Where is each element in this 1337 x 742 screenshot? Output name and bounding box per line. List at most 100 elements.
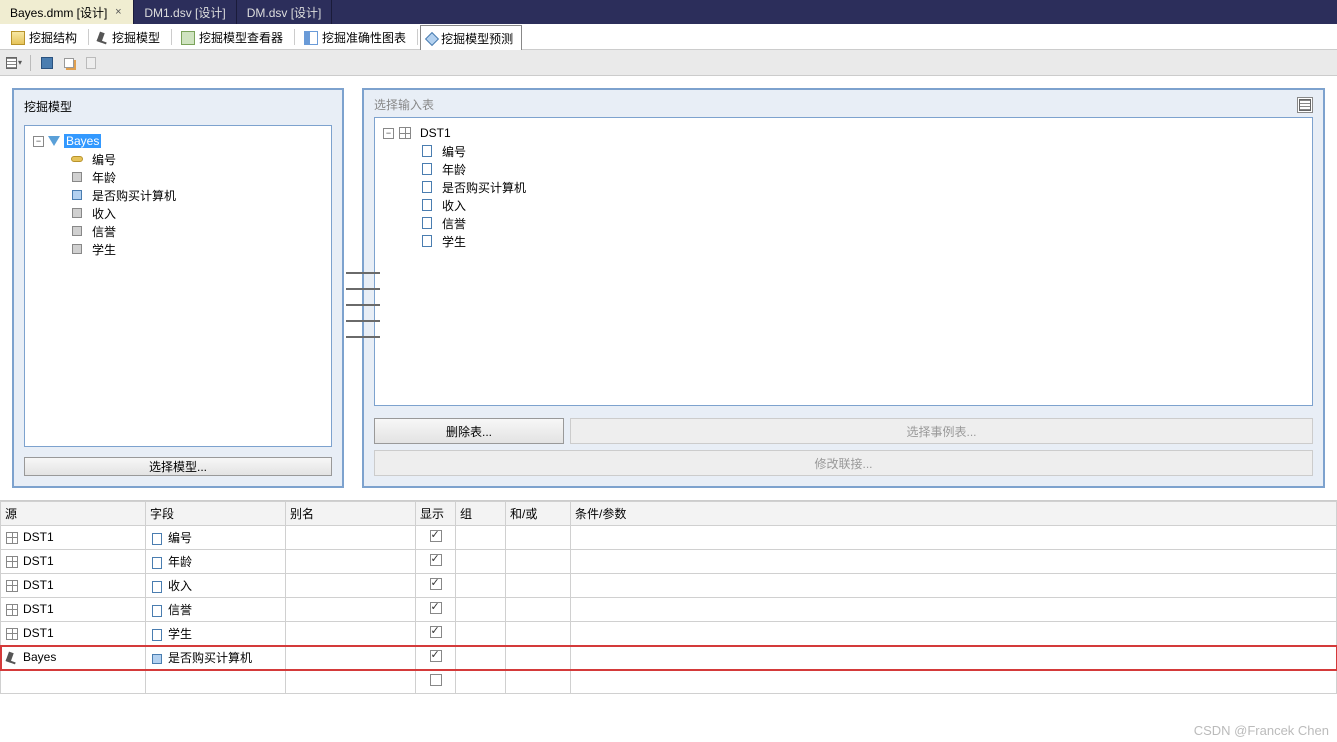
- chart-icon: [304, 31, 318, 45]
- cell-cond[interactable]: [571, 574, 1337, 598]
- document-tab-active[interactable]: Bayes.dmm [设计] ×: [0, 0, 134, 24]
- close-icon[interactable]: ×: [113, 7, 123, 17]
- column-icon: [152, 605, 162, 617]
- cell-group[interactable]: [456, 574, 506, 598]
- column-icon: [152, 629, 162, 641]
- tree-node-label: 学生: [92, 241, 116, 258]
- cell-alias[interactable]: [286, 598, 416, 622]
- tree-node[interactable]: 收入: [53, 204, 325, 222]
- cell-andor[interactable]: [506, 526, 571, 550]
- column-icon: [422, 163, 432, 175]
- cell-andor[interactable]: [506, 574, 571, 598]
- collapse-icon[interactable]: −: [383, 128, 394, 139]
- cell-group[interactable]: [456, 550, 506, 574]
- cell-group[interactable]: [456, 598, 506, 622]
- tree-root-dst1[interactable]: − DST1: [381, 124, 1306, 142]
- tree-node[interactable]: 信誉: [403, 214, 1306, 232]
- grid-row[interactable]: DST1收入: [1, 574, 1337, 598]
- viewer-icon: [181, 31, 195, 45]
- tree-node[interactable]: 编号: [403, 142, 1306, 160]
- cell-andor[interactable]: [506, 550, 571, 574]
- input-table-panel: 选择输入表 − DST1 编号 年龄 是否购买计算机 收入 信誉: [362, 88, 1325, 488]
- grid-row[interactable]: DST1学生: [1, 622, 1337, 646]
- cell-cond[interactable]: [571, 526, 1337, 550]
- show-checkbox[interactable]: [430, 578, 442, 590]
- panel-title: 选择输入表: [374, 96, 434, 113]
- tree-node[interactable]: 年龄: [53, 168, 325, 186]
- cell-group[interactable]: [456, 622, 506, 646]
- cell-cond[interactable]: [571, 550, 1337, 574]
- col-cond[interactable]: 条件/参数: [571, 502, 1337, 526]
- input-table-tree[interactable]: − DST1 编号 年龄 是否购买计算机 收入 信誉 学生: [374, 117, 1313, 406]
- cell-field: 年龄: [168, 555, 192, 569]
- col-group[interactable]: 组: [456, 502, 506, 526]
- tree-node[interactable]: 是否购买计算机: [403, 178, 1306, 196]
- tree-root-bayes[interactable]: − Bayes: [31, 132, 325, 150]
- tree-node[interactable]: 信誉: [53, 222, 325, 240]
- cell-alias[interactable]: [286, 574, 416, 598]
- show-checkbox[interactable]: [430, 650, 442, 662]
- save-icon: [41, 57, 53, 69]
- tree-node[interactable]: 学生: [53, 240, 325, 258]
- attribute-icon: [72, 244, 82, 254]
- show-checkbox[interactable]: [430, 530, 442, 542]
- modify-join-button: 修改联接...: [374, 450, 1313, 476]
- tab-mining-prediction[interactable]: 挖掘模型预测: [420, 25, 522, 50]
- tree-node[interactable]: 学生: [403, 232, 1306, 250]
- cell-alias[interactable]: [286, 526, 416, 550]
- document-tab[interactable]: DM1.dsv [设计]: [134, 0, 236, 24]
- tree-node-label: 收入: [92, 205, 116, 222]
- separator: [417, 29, 418, 45]
- cell-alias[interactable]: [286, 550, 416, 574]
- tab-mining-structure[interactable]: 挖掘结构: [4, 24, 86, 49]
- grid-empty-row[interactable]: [1, 670, 1337, 694]
- save-button[interactable]: [39, 55, 55, 71]
- document-tab[interactable]: DM.dsv [设计]: [237, 0, 333, 24]
- grid-row[interactable]: DST1年龄: [1, 550, 1337, 574]
- col-show[interactable]: 显示: [416, 502, 456, 526]
- col-andor[interactable]: 和/或: [506, 502, 571, 526]
- cell-field: 是否购买计算机: [168, 651, 252, 665]
- grid-dropdown-button[interactable]: ▾: [6, 55, 22, 71]
- collapse-icon[interactable]: −: [33, 136, 44, 147]
- grid-toggle-button[interactable]: [1297, 97, 1313, 113]
- col-source[interactable]: 源: [1, 502, 146, 526]
- show-checkbox[interactable]: [430, 602, 442, 614]
- select-model-button[interactable]: 选择模型...: [24, 457, 332, 476]
- cell-andor[interactable]: [506, 622, 571, 646]
- tree-node[interactable]: 年龄: [403, 160, 1306, 178]
- delete-table-button[interactable]: 删除表...: [374, 418, 564, 444]
- cell-alias[interactable]: [286, 646, 416, 670]
- grid-row[interactable]: Bayes是否购买计算机: [1, 646, 1337, 670]
- mining-model-tree[interactable]: − Bayes 编号 年龄 是否购买计算机 收入 信誉 学生: [24, 125, 332, 447]
- grid-row[interactable]: DST1编号: [1, 526, 1337, 550]
- table-icon: [399, 127, 411, 139]
- show-checkbox[interactable]: [430, 626, 442, 638]
- col-alias[interactable]: 别名: [286, 502, 416, 526]
- cell-cond[interactable]: [571, 622, 1337, 646]
- cell-group[interactable]: [456, 526, 506, 550]
- tree-node-label: 是否购买计算机: [442, 179, 526, 196]
- cell-group[interactable]: [456, 646, 506, 670]
- show-checkbox[interactable]: [430, 674, 442, 686]
- cell-andor[interactable]: [506, 598, 571, 622]
- tree-node[interactable]: 收入: [403, 196, 1306, 214]
- cell-cond[interactable]: [571, 646, 1337, 670]
- tab-mining-accuracy[interactable]: 挖掘准确性图表: [297, 24, 415, 49]
- query-grid[interactable]: 源 字段 别名 显示 组 和/或 条件/参数 DST1编号DST1年龄DST1收…: [0, 500, 1337, 710]
- show-checkbox[interactable]: [430, 554, 442, 566]
- grid-row[interactable]: DST1信誉: [1, 598, 1337, 622]
- cell-cond[interactable]: [571, 598, 1337, 622]
- copy-button[interactable]: [61, 55, 77, 71]
- cell-alias[interactable]: [286, 622, 416, 646]
- tree-node-label: 是否购买计算机: [92, 187, 176, 204]
- tree-node[interactable]: 编号: [53, 150, 325, 168]
- cell-field: 收入: [168, 579, 192, 593]
- tab-mining-model[interactable]: 挖掘模型: [91, 24, 169, 49]
- cell-andor[interactable]: [506, 646, 571, 670]
- designer-workspace: 挖掘模型 − Bayes 编号 年龄 是否购买计算机 收入 信誉 学生: [0, 76, 1337, 500]
- document-button[interactable]: [83, 55, 99, 71]
- tab-mining-viewer[interactable]: 挖掘模型查看器: [174, 24, 292, 49]
- col-field[interactable]: 字段: [146, 502, 286, 526]
- tree-node[interactable]: 是否购买计算机: [53, 186, 325, 204]
